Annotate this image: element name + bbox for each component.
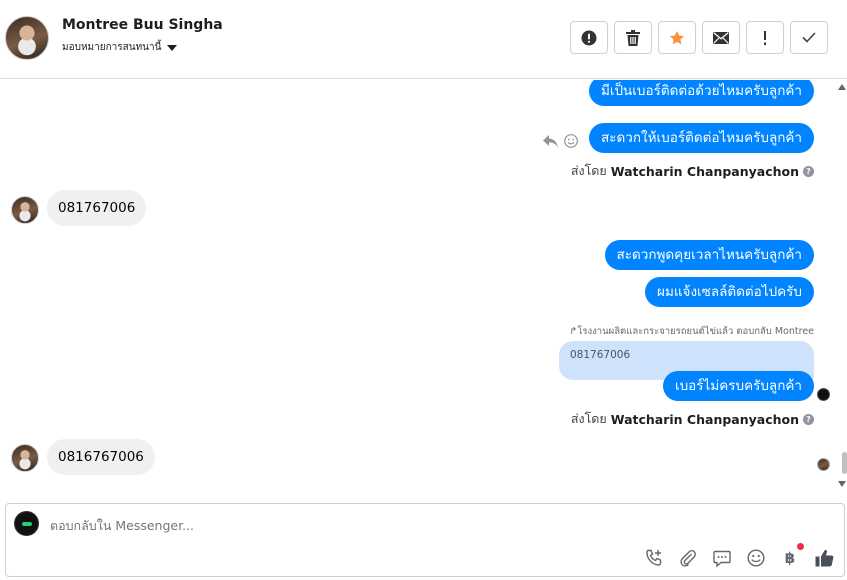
baht-icon: ฿ xyxy=(784,549,796,567)
reply-input[interactable] xyxy=(50,518,650,533)
like-button[interactable] xyxy=(814,548,834,568)
composer-toolbar: ฿ xyxy=(644,543,834,568)
notification-dot xyxy=(797,543,804,550)
trash-icon xyxy=(626,29,640,46)
reply-context-text: โรงงานผลิตและกระจายรถยนต์ไข่แล้ว ตอบกลับ… xyxy=(577,326,814,337)
payment-button[interactable]: ฿ xyxy=(780,543,804,568)
saved-replies-button[interactable] xyxy=(712,548,732,568)
conversation-actions xyxy=(570,21,828,54)
thumbs-up-icon xyxy=(815,549,833,567)
contact-name[interactable]: Montree Buu Singha xyxy=(62,17,223,33)
scroll-down-arrow-icon[interactable] xyxy=(838,481,846,487)
check-icon xyxy=(802,32,816,43)
sent-by-name[interactable]: Watcharin Chanpanyachon xyxy=(611,164,799,179)
paperclip-icon xyxy=(680,549,696,567)
emoji-button[interactable] xyxy=(746,548,766,568)
reply-icon[interactable] xyxy=(543,134,558,148)
star-button[interactable] xyxy=(658,21,696,54)
thread-scrollbar[interactable] xyxy=(838,80,847,498)
message-thread: มีเป็นเบอร์ติดต่อด้วยไหมครับลูกค้า สะดวก… xyxy=(0,80,840,498)
page-avatar xyxy=(14,511,39,536)
sent-by-prefix: ส่งโดย xyxy=(570,163,607,178)
outgoing-message[interactable]: สะดวกให้เบอร์ติดต่อไหมครับลูกค้า xyxy=(589,123,814,153)
incoming-message[interactable]: 0816767006 xyxy=(47,439,155,475)
outgoing-message[interactable]: ผมแจ้งเซลล์ติดต่อไปครับ xyxy=(645,277,814,307)
help-icon[interactable]: ? xyxy=(803,413,814,425)
help-icon[interactable]: ? xyxy=(803,165,814,177)
sent-by-name[interactable]: Watcharin Chanpanyachon xyxy=(611,412,799,427)
scroll-up-arrow-icon[interactable] xyxy=(838,84,846,90)
delete-button[interactable] xyxy=(614,21,652,54)
emoji-icon xyxy=(747,549,765,567)
react-emoji-icon[interactable] xyxy=(564,134,578,148)
follow-up-button[interactable] xyxy=(746,21,784,54)
saved-reply-icon xyxy=(713,550,731,567)
star-icon xyxy=(670,30,684,44)
message-hover-tools xyxy=(543,134,578,148)
mark-spam-button[interactable] xyxy=(570,21,608,54)
outgoing-message[interactable]: มีเป็นเบอร์ติดต่อด้วยไหมครับลูกค้า xyxy=(588,80,814,106)
assign-label: มอบหมายการสนทนานี้ xyxy=(62,42,162,53)
mark-unread-button[interactable] xyxy=(702,21,740,54)
contact-avatar-small xyxy=(11,196,39,224)
reply-composer: ฿ xyxy=(5,503,845,577)
alert-circle-icon xyxy=(581,30,597,45)
exclamation-icon xyxy=(764,30,766,45)
caret-down-icon xyxy=(167,44,178,51)
sent-by-note: ส่งโดย Watcharin Chanpanyachon ? xyxy=(571,161,814,181)
incoming-message[interactable]: 081767006 xyxy=(47,190,147,226)
sent-by-note: ส่งโดย Watcharin Chanpanyachon ? xyxy=(571,409,814,429)
seen-indicator xyxy=(817,388,830,401)
outgoing-message[interactable]: สะดวกพูดคุยเวลาไหนครับลูกค้า xyxy=(604,240,814,270)
conversation-header: Montree Buu Singha มอบหมายการสนทนานี้ xyxy=(0,0,847,79)
contact-avatar[interactable] xyxy=(5,16,49,60)
sent-by-prefix: ส่งโดย xyxy=(570,411,607,426)
envelope-icon xyxy=(713,31,729,44)
outgoing-message[interactable]: เบอร์ไม่ครบครับลูกค้า xyxy=(663,371,814,401)
reply-context: ↱โรงงานผลิตและกระจายรถยนต์ไข่แล้ว ตอบกลั… xyxy=(569,324,814,339)
scrollbar-thumb[interactable] xyxy=(842,452,847,474)
contact-read-receipt xyxy=(817,458,830,471)
assign-conversation-dropdown[interactable]: มอบหมายการสนทนานี้ xyxy=(62,40,178,55)
phone-plus-icon xyxy=(646,549,662,566)
contact-avatar-small xyxy=(11,444,39,472)
attach-button[interactable] xyxy=(678,548,698,568)
call-button[interactable] xyxy=(644,548,664,568)
done-button[interactable] xyxy=(790,21,828,54)
